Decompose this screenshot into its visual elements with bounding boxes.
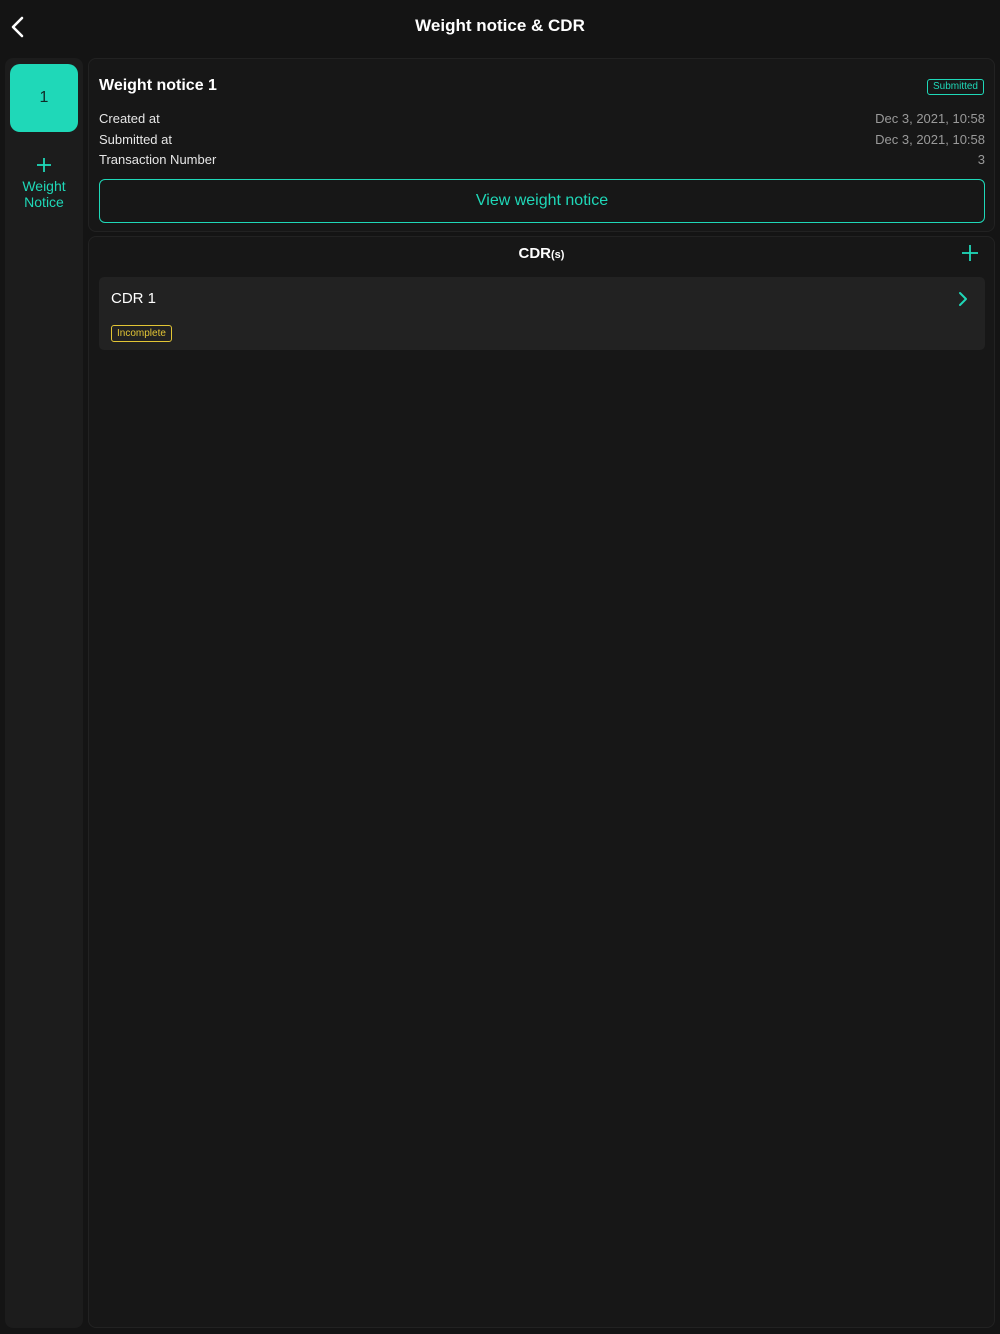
- info-row-transaction-number: Transaction Number 3: [99, 152, 985, 170]
- chevron-right-icon: [959, 292, 967, 306]
- top-bar: Weight notice & CDR: [0, 0, 1000, 56]
- page-title: Weight notice & CDR: [415, 16, 585, 35]
- cdr-item-name: CDR 1: [111, 290, 157, 307]
- cdr-heading-suffix: (s): [551, 249, 565, 261]
- add-weight-notice-label-line2: Notice: [24, 194, 64, 210]
- info-row-created: Created at Dec 3, 2021, 10:58: [99, 111, 985, 129]
- weight-notice-tab-1[interactable]: 1: [10, 64, 78, 132]
- cdr-list-item[interactable]: CDR 1 Incomplete: [99, 277, 985, 350]
- add-cdr-button[interactable]: [960, 243, 980, 263]
- add-weight-notice-button[interactable]: Weight Notice: [5, 156, 83, 210]
- cdr-card: CDR(s) CDR 1 Incomplete: [88, 236, 995, 1328]
- status-badge-incomplete: Incomplete: [111, 325, 172, 342]
- info-value: 3: [977, 152, 985, 167]
- info-label: Created at: [99, 111, 160, 126]
- view-weight-notice-button[interactable]: View weight notice: [99, 179, 985, 223]
- plus-icon: [37, 158, 51, 172]
- weight-notice-rail: 1 Weight Notice: [5, 58, 83, 1328]
- info-label: Submitted at: [99, 132, 172, 147]
- info-value: Dec 3, 2021, 10:58: [875, 132, 985, 147]
- cdr-heading-text: CDR: [518, 245, 552, 262]
- add-weight-notice-label-line1: Weight: [22, 178, 66, 194]
- cdr-heading: CDR(s): [89, 245, 994, 262]
- info-label: Transaction Number: [99, 152, 217, 167]
- info-row-submitted: Submitted at Dec 3, 2021, 10:58: [99, 132, 985, 150]
- status-badge-submitted: Submitted: [926, 79, 984, 95]
- add-weight-notice-label: Weight Notice: [14, 178, 74, 210]
- main-panel: Weight notice 1 Submitted Created at Dec…: [88, 58, 995, 1328]
- weight-notice-card: Weight notice 1 Submitted Created at Dec…: [88, 58, 995, 232]
- plus-icon: [962, 245, 978, 261]
- weight-notice-title: Weight notice 1: [99, 77, 217, 94]
- info-value: Dec 3, 2021, 10:58: [875, 111, 985, 126]
